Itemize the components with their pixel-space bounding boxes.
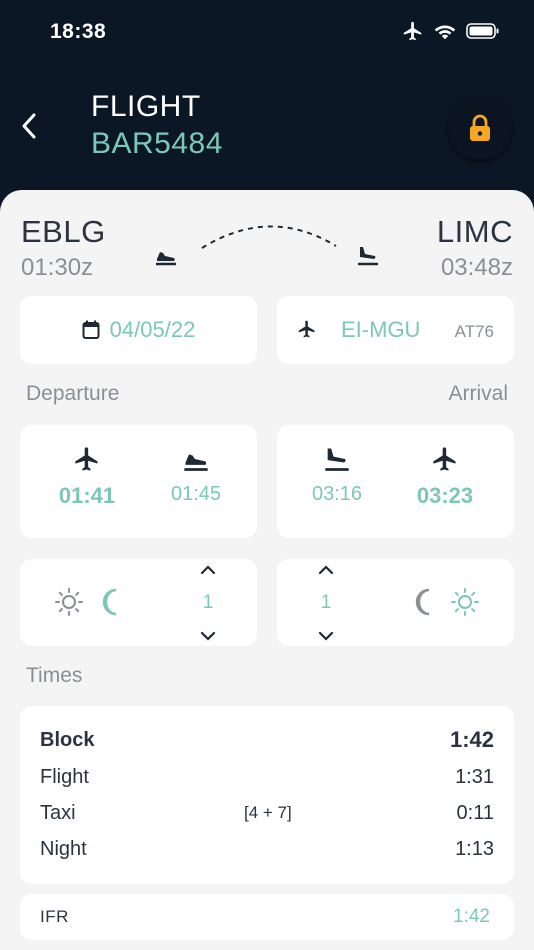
airplane-mode-icon [403,21,422,41]
flight-number: BAR5484 [91,127,223,160]
time-row-taxi: Taxi [4 + 7] 0:11 [40,798,494,828]
arrival-night-stepper: 1 [311,565,341,641]
time-row-value: 1:42 [449,727,494,752]
time-row-name: Flight [40,765,89,788]
landing-icon [358,247,378,266]
times-label: Times [26,664,83,687]
decrement-button[interactable] [200,631,216,641]
time-row-value: 1:31 [455,765,494,788]
header: FLIGHT BAR5484 [0,64,534,194]
time-row-block: Block 1:42 [40,725,494,755]
taxi-breakdown: [4 + 7] [244,803,292,822]
status-icons [402,20,500,42]
wifi-icon [434,25,456,40]
flight-detail-sheet: EBLG 01:30z LIMC 03:48z 04/05/22 EI-MGU … [0,190,534,950]
decrement-button[interactable] [318,631,334,641]
departure-label: Departure [26,382,120,405]
ifr-label: IFR [40,907,69,926]
lock-button[interactable] [448,96,512,160]
offblock-time-field[interactable]: 01:41 [37,445,137,509]
ifr-row[interactable]: IFR 1:42 [20,894,514,940]
takeoff-icon [156,252,176,266]
aircraft-card[interactable]: EI-MGU AT76 [277,296,514,364]
times-card: Block 1:42 Flight 1:31 Taxi [4 + 7] 0:11… [20,706,514,884]
arrival-airport-code: LIMC [436,214,513,249]
onblock-time: 03:23 [416,483,474,508]
sun-icon[interactable] [54,587,84,617]
aircraft-registration: EI-MGU [341,317,421,342]
landing-time-field[interactable]: 03:16 [287,445,387,506]
time-row-night: Night 1:13 [40,834,494,864]
airplane-icon [433,447,456,471]
chevron-down-icon [200,631,216,641]
increment-button[interactable] [318,565,334,575]
onblock-time-field[interactable]: 03:23 [395,445,495,509]
takeoff-icon [184,454,208,471]
flight-date: 04/05/22 [109,317,196,342]
arrival-night-value: 1 [320,592,332,613]
chevron-down-icon [318,631,334,641]
departure-night-stepper: 1 [193,565,223,641]
sun-icon[interactable] [450,587,480,617]
route-summary: EBLG 01:30z LIMC 03:48z [0,208,534,288]
departure-night-value: 1 [202,592,214,613]
calendar-icon [82,320,100,339]
arrival-label: Arrival [448,382,508,405]
time-row-name: Block [40,728,95,751]
back-button[interactable] [14,106,44,146]
departure-night-card: 1 [20,559,257,646]
moon-icon[interactable] [411,587,437,617]
status-bar: 18:38 [0,0,534,64]
takeoff-time-field[interactable]: 01:45 [146,445,246,506]
aircraft-type: AT76 [454,322,494,341]
offblock-time: 01:41 [58,483,116,508]
departure-scheduled-time: 01:30z [21,254,94,281]
battery-icon [466,23,499,39]
increment-button[interactable] [200,565,216,575]
moon-icon[interactable] [98,587,124,617]
time-row-value: 0:11 [456,801,494,824]
status-time: 18:38 [50,20,107,43]
ifr-value: 1:42 [453,906,490,927]
time-row-name: Night [40,837,87,860]
lock-icon [470,114,490,141]
time-row-flight: Flight 1:31 [40,762,494,792]
airplane-icon [75,447,98,471]
airplane-icon [298,320,315,338]
landing-time: 03:16 [311,483,363,505]
chevron-up-icon [200,565,216,575]
chevron-up-icon [318,565,334,575]
takeoff-time: 01:45 [170,483,222,505]
route-arc [156,225,378,266]
date-card[interactable]: 04/05/22 [20,296,257,364]
arrival-times-card: 03:16 03:23 [277,425,514,538]
arrival-night-card: 1 [277,559,514,646]
departure-times-card: 01:41 01:45 [20,425,257,538]
landing-icon [325,448,349,471]
time-row-value: 1:13 [455,837,494,860]
arrival-scheduled-time: 03:48z [440,254,513,281]
chevron-left-icon [22,113,36,139]
departure-airport-code: EBLG [21,214,106,249]
page-title: FLIGHT [91,90,201,123]
